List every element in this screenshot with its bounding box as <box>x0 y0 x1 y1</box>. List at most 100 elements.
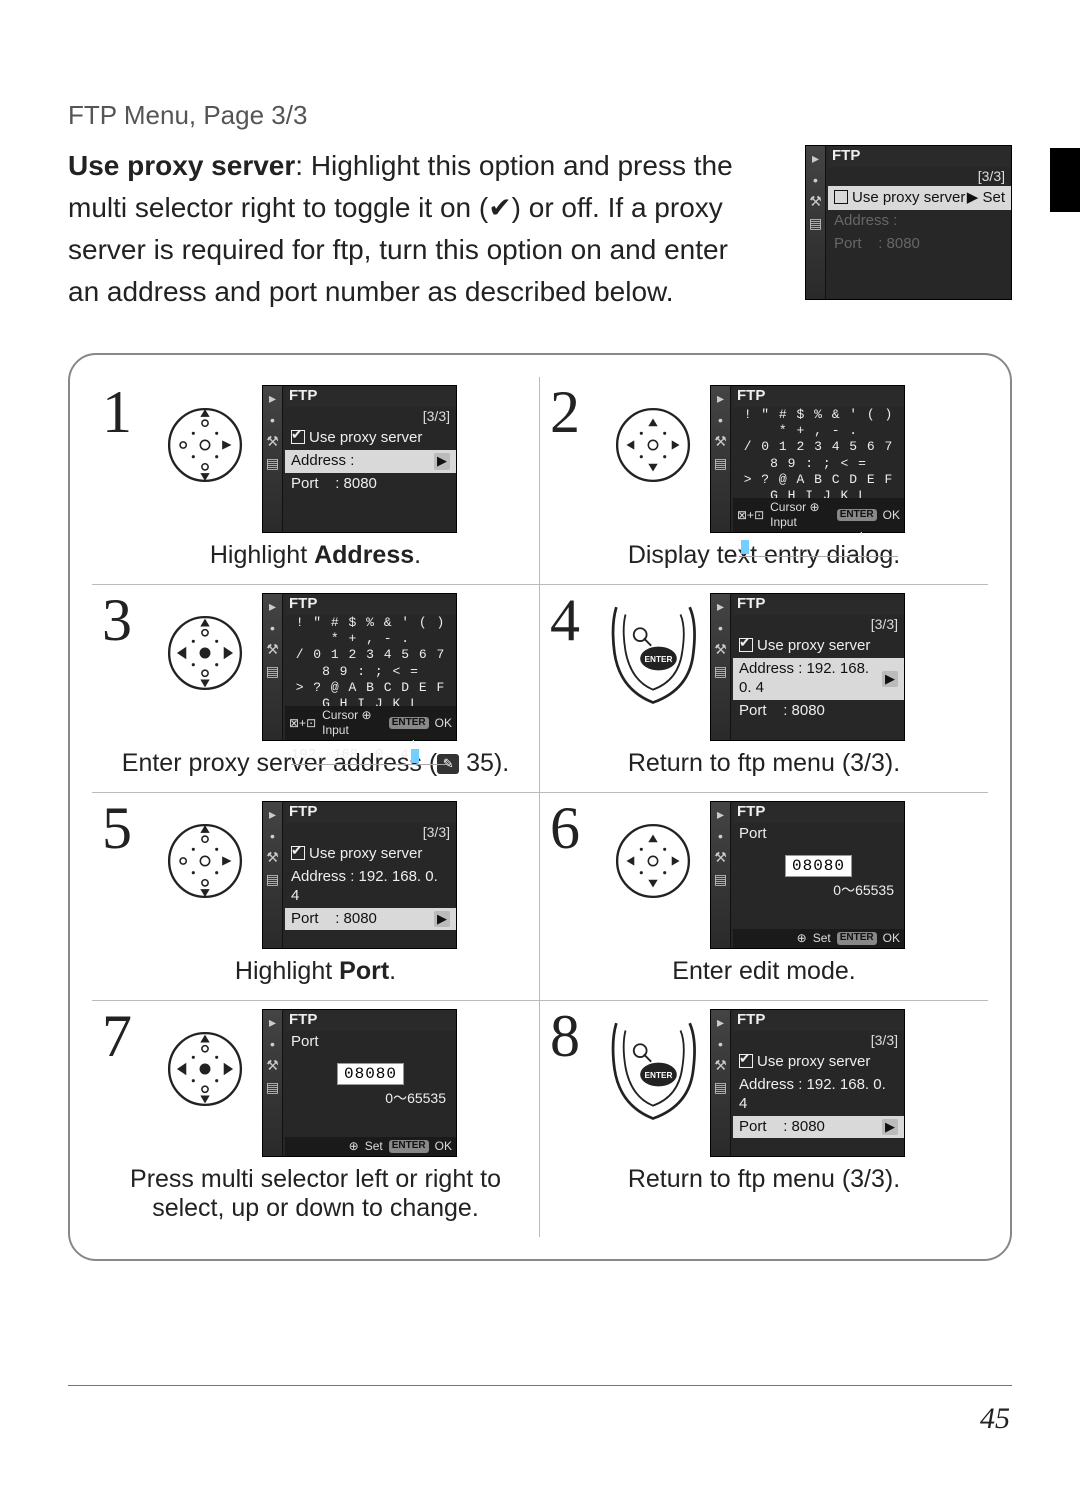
keyboard-row: ! " # $ % & ' ( ) * + , - . <box>733 407 904 440</box>
step-number: 8 <box>550 1009 596 1063</box>
multi-selector-icon <box>158 385 252 505</box>
edge-tab <box>1050 148 1080 212</box>
row-use-proxy: Use proxy server <box>285 426 456 450</box>
port-range: 0～65535 <box>733 880 904 902</box>
lcd-title: FTP <box>733 386 904 407</box>
intro-block: Use proxy server: Highlight this option … <box>68 145 1012 313</box>
play-icon: ▸ <box>806 150 825 168</box>
enter-button-icon: ENTER <box>606 593 700 713</box>
lcd-title: FTP <box>285 594 456 615</box>
step-8: 8 ENTER ▸•⚒▤ FTP [3/3] Use proxy server … <box>540 1001 988 1237</box>
row-port: Port : 8080▶ <box>285 908 456 931</box>
help-bar: ⊕SetENTEROK <box>733 929 904 948</box>
enter-button-icon: ENTER <box>606 1009 700 1129</box>
text-input-line: 192. 168. 0. 4 <box>291 747 450 766</box>
step-number: 2 <box>550 385 596 439</box>
row-address: Address : <box>828 210 1011 233</box>
help-bar: ⊠+⊡Cursor ⊕ InputENTEROK <box>733 498 904 532</box>
lcd-pagenum: [3/3] <box>733 1031 904 1051</box>
lcd-pagenum: [3/3] <box>828 167 1011 187</box>
lcd-pagenum: [3/3] <box>285 823 456 843</box>
wrench-icon: ⚒ <box>806 193 825 211</box>
step-number: 5 <box>102 801 148 855</box>
row-address: Address : 192. 168. 0. 4 <box>285 866 456 908</box>
lcd-title: FTP <box>733 1010 904 1031</box>
svg-text:ENTER: ENTER <box>645 1071 673 1080</box>
row-address: Address : 192. 168. 0. 4 <box>733 1074 904 1116</box>
step-caption: Press multi selector left or right to se… <box>102 1165 529 1223</box>
lcd-title: FTP <box>285 386 456 407</box>
step-caption: Highlight Address. <box>102 541 529 570</box>
svg-text:ENTER: ENTER <box>645 655 673 664</box>
step-2: 2 ▸•⚒▤ FTP ! " # $ % & ' ( ) * + , - . /… <box>540 377 988 585</box>
port-value-box: 08080 <box>733 856 904 876</box>
lcd-pagenum: [3/3] <box>733 615 904 635</box>
multi-selector-icon <box>606 385 700 505</box>
step-6: 6 ▸•⚒▤ FTP Port 08080 0～65535 ⊕SetENTERO… <box>540 793 988 1001</box>
steps-grid: 1 ▸•⚒▤ FTP [3/3] Use proxy server Addres… <box>92 377 988 1237</box>
step-lcd: ▸•⚒▤ FTP ! " # $ % & ' ( ) * + , - . / 0… <box>262 593 457 741</box>
step-lcd: ▸•⚒▤ FTP Port 08080 0～65535 ⊕SetENTEROK <box>710 801 905 949</box>
step-4: 4 ENTER ▸•⚒▤ FTP [3/3] Use proxy server … <box>540 585 988 793</box>
row-address: Address : 192. 168. 0. 4▶ <box>733 658 904 700</box>
keyboard-row: / 0 1 2 3 4 5 6 7 8 9 : ; < = <box>733 439 904 472</box>
footer-rule <box>68 1385 1012 1386</box>
lcd-title: FTP <box>733 594 904 615</box>
step-lcd: ▸•⚒▤ FTP ! " # $ % & ' ( ) * + , - . / 0… <box>710 385 905 533</box>
text-input-line <box>739 539 898 557</box>
row-port: Port : 8080 <box>733 700 904 723</box>
step-lcd: ▸•⚒▤ FTP [3/3] Use proxy server Address … <box>710 1009 905 1157</box>
row-port: Port : 8080 <box>828 233 1011 256</box>
keyboard-row: ! " # $ % & ' ( ) * + , - . <box>285 615 456 648</box>
row-use-proxy: Use proxy server <box>733 1050 904 1074</box>
lcd-subtitle: Port <box>285 1031 456 1054</box>
step-lcd: ▸•⚒▤ FTP Port 08080 0～65535 ⊕SetENTEROK <box>262 1009 457 1157</box>
row-port: Port : 8080▶ <box>733 1116 904 1139</box>
row-address: Address :▶ <box>285 450 456 473</box>
checkbox-icon <box>834 190 848 204</box>
multi-selector-icon <box>158 1009 252 1129</box>
keyboard-row: / 0 1 2 3 4 5 6 7 8 9 : ; < = <box>285 647 456 680</box>
page-number: 45 <box>980 1402 1010 1436</box>
row-use-proxy: Use proxy server ▶ Set <box>828 186 1011 210</box>
row-port: Port : 8080 <box>285 473 456 496</box>
lcd-title: FTP <box>733 802 904 823</box>
multi-selector-icon <box>158 593 252 713</box>
step-number: 3 <box>102 593 148 647</box>
page-body: FTP Menu, Page 3/3 Use proxy server: Hig… <box>0 0 1080 1261</box>
lcd-pagenum: [3/3] <box>285 407 456 427</box>
lcd-subtitle: Port <box>733 823 904 846</box>
lcd-title: FTP <box>285 1010 456 1031</box>
step-caption: Highlight Port. <box>102 957 529 986</box>
help-bar: ⊠+⊡Cursor ⊕ InputENTEROK <box>285 706 456 740</box>
section-heading: FTP Menu, Page 3/3 <box>68 100 1012 131</box>
intro-bold: Use proxy server <box>68 150 295 181</box>
step-caption: Return to ftp menu (3/3). <box>550 749 978 778</box>
step-number: 6 <box>550 801 596 855</box>
port-range: 0～65535 <box>285 1088 456 1110</box>
set-arrow: ▶ Set <box>967 189 1005 208</box>
step-number: 7 <box>102 1009 148 1063</box>
step-number: 1 <box>102 385 148 439</box>
row-use-proxy: Use proxy server <box>733 634 904 658</box>
step-3: 3 ▸•⚒▤ FTP ! " # $ % & ' ( ) * + , - . /… <box>92 585 540 793</box>
trash-icon: ▤ <box>806 215 825 233</box>
step-caption: Return to ftp menu (3/3). <box>550 1165 978 1194</box>
lcd-title: FTP <box>285 802 456 823</box>
dot-icon: • <box>806 172 825 190</box>
step-5: 5 ▸•⚒▤ FTP [3/3] Use proxy server Addres… <box>92 793 540 1001</box>
intro-text: Use proxy server: Highlight this option … <box>68 145 753 313</box>
arrow-right-icon: ▶ <box>434 453 450 469</box>
step-1: 1 ▸•⚒▤ FTP [3/3] Use proxy server Addres… <box>92 377 540 585</box>
lcd-title: FTP <box>828 146 1011 167</box>
step-number: 4 <box>550 593 596 647</box>
port-value-box: 08080 <box>285 1064 456 1084</box>
use-proxy-label: Use proxy server <box>852 189 965 206</box>
multi-selector-icon <box>158 801 252 921</box>
steps-box: 1 ▸•⚒▤ FTP [3/3] Use proxy server Addres… <box>68 353 1012 1261</box>
step-lcd: ▸•⚒▤ FTP [3/3] Use proxy server Address … <box>262 385 457 533</box>
multi-selector-icon <box>606 801 700 921</box>
step-lcd: ▸•⚒▤ FTP [3/3] Use proxy server Address … <box>710 593 905 741</box>
help-bar: ⊕SetENTEROK <box>285 1137 456 1156</box>
step-caption: Enter edit mode. <box>550 957 978 986</box>
